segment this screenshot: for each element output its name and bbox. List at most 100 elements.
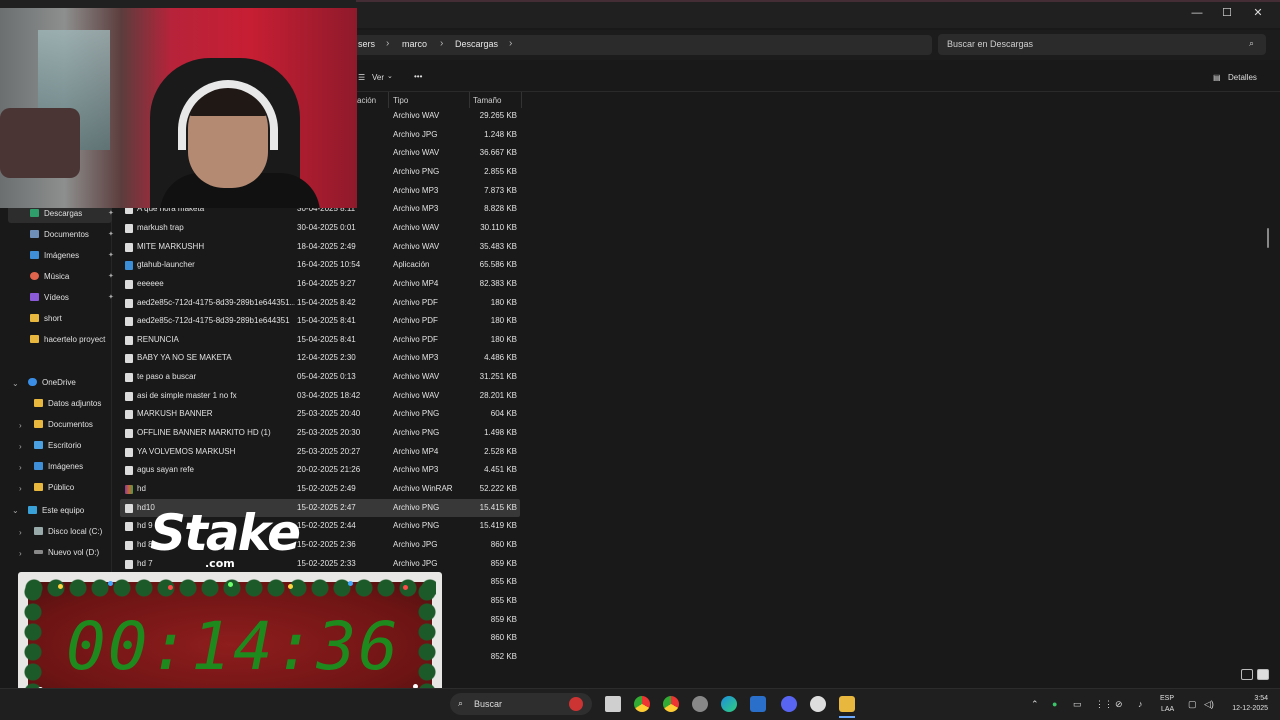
column-type-header[interactable]: Tipo (393, 96, 408, 105)
file-size: 31.251 KB (479, 372, 517, 382)
file-row[interactable]: hd 15-02-2025 2:49 Archivo WinRAR 52.222 KB (120, 480, 520, 498)
scrollbar-thumb[interactable] (1267, 228, 1269, 248)
address-bar[interactable] (352, 35, 932, 55)
sidebar-item-publico[interactable]: Público (34, 479, 74, 497)
search-highlight-icon[interactable] (569, 697, 583, 711)
sidebar-item-musica[interactable]: Música ✦ (8, 268, 114, 286)
file-type: Archivo PNG (393, 521, 440, 531)
clock-date[interactable]: 12-12-2025 (1232, 705, 1268, 712)
sidebar-item-short[interactable]: short (8, 310, 112, 328)
file-size: 852 KB (490, 651, 517, 661)
breadcrumb-descargas[interactable]: Descargas (455, 39, 498, 49)
file-row[interactable]: aed2e85c-712d-4175-8d39-289b1e644351... 1… (120, 294, 520, 312)
more-options-button[interactable]: ••• (414, 72, 422, 81)
pin-icon: ✦ (108, 231, 114, 238)
sidebar-item-onedrive-imagenes[interactable]: Imágenes (34, 458, 83, 476)
chrome-icon[interactable] (634, 696, 650, 712)
task-view-icon[interactable] (605, 696, 621, 712)
column-date-header[interactable]: ación (357, 96, 376, 105)
file-row[interactable]: BABY YA NO SE MAKETA 12-04-2025 2:30 Archi… (120, 349, 520, 367)
close-button[interactable]: ✕ (1245, 5, 1271, 21)
file-row[interactable]: MARKUSH BANNER 25-03-2025 20:40 Archivo PN… (120, 405, 520, 423)
status-dot-icon[interactable]: ● (1052, 699, 1057, 709)
file-size: 15.419 KB (479, 521, 517, 531)
file-name: BABY YA NO SE MAKETA (137, 353, 232, 363)
maximize-button[interactable]: ☐ (1214, 5, 1240, 21)
column-divider[interactable] (521, 92, 522, 108)
input-language-bottom[interactable]: LAA (1161, 706, 1174, 713)
file-type: Archivo PDF (393, 297, 438, 307)
file-row[interactable]: agus sayan refe 20-02-2025 21:26 Archivo M… (120, 461, 520, 479)
sidebar-item-imagenes[interactable]: Imágenes ✦ (8, 247, 114, 265)
column-divider[interactable] (469, 92, 470, 108)
edge-icon[interactable] (721, 696, 737, 712)
download-icon (30, 209, 39, 217)
column-divider[interactable] (388, 92, 389, 108)
sidebar-item-videos[interactable]: Vídeos ✦ (8, 289, 114, 307)
file-row[interactable]: YA VOLVEMOS MARKUSH 25-03-2025 20:27 Archi… (120, 443, 520, 461)
sidebar-item-este-equipo[interactable]: Este equipo (28, 502, 84, 520)
breadcrumb-marco[interactable]: marco (402, 39, 427, 49)
discord-icon[interactable] (781, 696, 797, 712)
sidebar-item-onedrive[interactable]: OneDrive (28, 374, 76, 392)
sidebar-item-datos-adjuntos[interactable]: Datos adjuntos (34, 395, 101, 413)
column-size-header[interactable]: Tamaño (473, 96, 501, 105)
file-row[interactable]: OFFLINE BANNER MARKITO HD (1) 25-03-2025 … (120, 424, 520, 442)
file-size: 859 KB (490, 614, 517, 624)
sidebar-item-escritorio[interactable]: Escritorio (34, 437, 81, 455)
media-player-icon[interactable] (810, 696, 826, 712)
network-off-icon[interactable]: ⊘ (1115, 699, 1123, 710)
chevron-right-icon[interactable]: › (509, 38, 512, 49)
github-icon[interactable] (692, 696, 708, 712)
file-icon (125, 335, 133, 345)
archive-icon (125, 485, 133, 494)
display-icon[interactable]: ▢ (1188, 699, 1197, 710)
sidebar-item-onedrive-documentos[interactable]: Documentos (34, 416, 93, 434)
sidebar-item-disco-c[interactable]: Disco local (C:) (34, 523, 102, 541)
chevron-right-icon: › (440, 38, 444, 49)
view-menu-button[interactable]: Ver (372, 73, 384, 82)
chevron-up-icon[interactable]: ⌃ (1031, 699, 1039, 710)
file-row[interactable]: MITE MARKUSHH 18-04-2025 2:49 Archivo WAV 3… (120, 238, 520, 256)
minimize-button[interactable]: — (1184, 5, 1210, 21)
file-row[interactable]: RENUNCIA 15-04-2025 8:41 Archivo PDF 180 KB (120, 331, 520, 349)
chevron-right-icon[interactable]: › (19, 442, 22, 451)
volume-icon[interactable]: ◁) (1204, 699, 1214, 710)
drive-icon (34, 550, 43, 554)
file-icon (125, 391, 133, 401)
tray-app-icon[interactable]: ▭ (1073, 699, 1082, 710)
chrome-icon[interactable] (663, 696, 679, 712)
file-row[interactable]: markush trap 30-04-2025 0:01 Archivo WAV 30… (120, 219, 520, 237)
chevron-down-icon[interactable]: ⌄ (12, 506, 19, 515)
sidebar-item-disco-d[interactable]: Nuevo vol (D:) (34, 544, 99, 562)
file-row[interactable]: gtahub-launcher 16-04-2025 10:54 Aplicació… (120, 256, 520, 274)
file-row[interactable]: asi de simple master 1 no fx 03-04-2025 1… (120, 387, 520, 405)
grid-icon[interactable]: ⋮⋮ (1095, 699, 1113, 710)
input-language-top[interactable]: ESP (1160, 695, 1174, 702)
file-name: YA VOLVEMOS MARKUSH (137, 446, 236, 456)
details-view-button[interactable] (1241, 669, 1253, 680)
chevron-right-icon[interactable]: › (19, 421, 22, 430)
file-date: 15-02-2025 2:33 (297, 558, 356, 568)
photos-icon[interactable] (750, 696, 766, 712)
file-row[interactable]: eeeeee 16-04-2025 9:27 Archivo MP4 82.383 K… (120, 275, 520, 293)
light-bulb-icon (168, 585, 173, 590)
file-explorer-icon[interactable] (839, 696, 855, 712)
sidebar-item-hacertelo-proyect[interactable]: hacertelo proyect (8, 331, 112, 349)
breadcrumb-users[interactable]: sers (358, 39, 375, 49)
microphone-icon[interactable]: ♪ (1138, 699, 1143, 709)
file-row[interactable]: aed2e85c-712d-4175-8d39-289b1e644351 15-0… (120, 312, 520, 330)
chevron-right-icon[interactable]: › (19, 528, 22, 537)
chevron-right-icon[interactable]: › (19, 484, 22, 493)
file-row[interactable]: te paso a buscar 05-04-2025 0:13 Archivo W… (120, 368, 520, 386)
chevron-right-icon[interactable]: › (19, 549, 22, 558)
chevron-down-icon: ⌄ (387, 73, 393, 80)
clock-time[interactable]: 3:54 (1254, 695, 1268, 702)
search-icon[interactable]: ⌕ (1249, 38, 1254, 49)
details-button[interactable]: Detalles (1228, 73, 1257, 82)
sidebar-item-label: Disco local (C:) (48, 527, 103, 536)
thumbnail-view-button[interactable] (1257, 669, 1269, 680)
chevron-right-icon[interactable]: › (19, 463, 22, 472)
sidebar-item-documentos[interactable]: Documentos ✦ (8, 226, 114, 244)
chevron-down-icon[interactable]: ⌄ (12, 379, 19, 388)
